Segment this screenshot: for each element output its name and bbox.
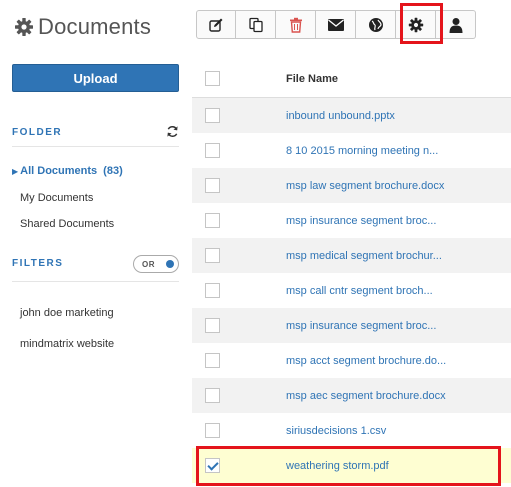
file-name-link[interactable]: msp call cntr segment broch...	[286, 285, 433, 297]
table-row[interactable]: msp aec segment brochure.docx	[192, 378, 511, 413]
row-checkbox[interactable]	[205, 423, 220, 438]
column-header-file-name: File Name	[286, 72, 338, 85]
email-button[interactable]	[316, 10, 356, 39]
row-checkbox[interactable]	[205, 213, 220, 228]
file-table: File Name inbound unbound.pptx 8 10 2015…	[192, 60, 511, 483]
file-name-link[interactable]: msp medical segment brochur...	[286, 250, 442, 262]
select-all-checkbox[interactable]	[205, 71, 220, 86]
file-name-link[interactable]: msp aec segment brochure.docx	[286, 390, 446, 402]
user-icon	[449, 17, 462, 33]
gear-icon	[15, 18, 33, 36]
trash-icon	[289, 17, 302, 33]
row-checkbox[interactable]	[205, 178, 220, 193]
refresh-icon[interactable]	[166, 125, 179, 138]
table-row[interactable]: msp call cntr segment broch...	[192, 273, 511, 308]
row-checkbox[interactable]	[205, 283, 220, 298]
toggle-knob	[166, 260, 174, 268]
filter-john-doe-marketing[interactable]: john doe marketing	[20, 307, 114, 319]
globe-icon	[368, 17, 383, 32]
file-name-link[interactable]: 8 10 2015 morning meeting n...	[286, 145, 438, 157]
filters-divider	[12, 281, 179, 282]
table-row[interactable]: siriusdecisions 1.csv	[192, 413, 511, 448]
file-name-link[interactable]: msp insurance segment broc...	[286, 320, 436, 332]
table-body: inbound unbound.pptx 8 10 2015 morning m…	[192, 98, 511, 483]
delete-button[interactable]	[276, 10, 316, 39]
row-checkbox[interactable]	[205, 108, 220, 123]
page-header: Documents	[14, 12, 151, 42]
table-header: File Name	[192, 60, 511, 98]
table-row[interactable]: inbound unbound.pptx	[192, 98, 511, 133]
pencil-square-icon	[209, 18, 223, 32]
folder-divider	[12, 146, 179, 147]
table-row[interactable]: msp law segment brochure.docx	[192, 168, 511, 203]
page-title: Documents	[38, 14, 152, 39]
copy-button[interactable]	[236, 10, 276, 39]
envelope-icon	[327, 18, 344, 31]
file-name-link[interactable]: siriusdecisions 1.csv	[286, 425, 386, 437]
folder-all-documents[interactable]: ▶ All Documents (83)	[12, 165, 123, 177]
share-button[interactable]	[356, 10, 396, 39]
row-checkbox[interactable]	[205, 143, 220, 158]
table-row[interactable]: msp insurance segment broc...	[192, 203, 511, 238]
row-checkbox[interactable]	[205, 353, 220, 368]
selected-row-highlight-box	[196, 446, 501, 486]
folder-shared-documents[interactable]: Shared Documents	[20, 218, 114, 230]
table-row[interactable]: msp acct segment brochure.do...	[192, 343, 511, 378]
file-name-link[interactable]: msp insurance segment broc...	[286, 215, 436, 227]
settings-highlight-box	[400, 3, 443, 44]
folder-heading: FOLDER	[12, 127, 63, 138]
row-checkbox[interactable]	[205, 248, 220, 263]
toggle-label: OR	[142, 259, 155, 269]
folder-label: All Documents	[20, 165, 98, 177]
file-name-link[interactable]: msp law segment brochure.docx	[286, 180, 444, 192]
row-checkbox[interactable]	[205, 388, 220, 403]
filters-heading: FILTERS	[12, 258, 64, 269]
table-row[interactable]: 8 10 2015 morning meeting n...	[192, 133, 511, 168]
edit-button[interactable]	[196, 10, 236, 39]
copy-icon	[248, 17, 263, 32]
table-row[interactable]: msp insurance segment broc...	[192, 308, 511, 343]
filter-mindmatrix-website[interactable]: mindmatrix website	[20, 338, 114, 350]
upload-button[interactable]: Upload	[12, 64, 179, 92]
file-name-link[interactable]: inbound unbound.pptx	[286, 110, 395, 122]
row-checkbox[interactable]	[205, 318, 220, 333]
file-name-link[interactable]: msp acct segment brochure.do...	[286, 355, 446, 367]
folder-my-documents[interactable]: My Documents	[20, 192, 93, 204]
or-toggle[interactable]: OR	[133, 255, 179, 273]
folder-count: (83)	[103, 165, 123, 177]
caret-right-icon: ▶	[12, 166, 19, 176]
table-row[interactable]: msp medical segment brochur...	[192, 238, 511, 273]
